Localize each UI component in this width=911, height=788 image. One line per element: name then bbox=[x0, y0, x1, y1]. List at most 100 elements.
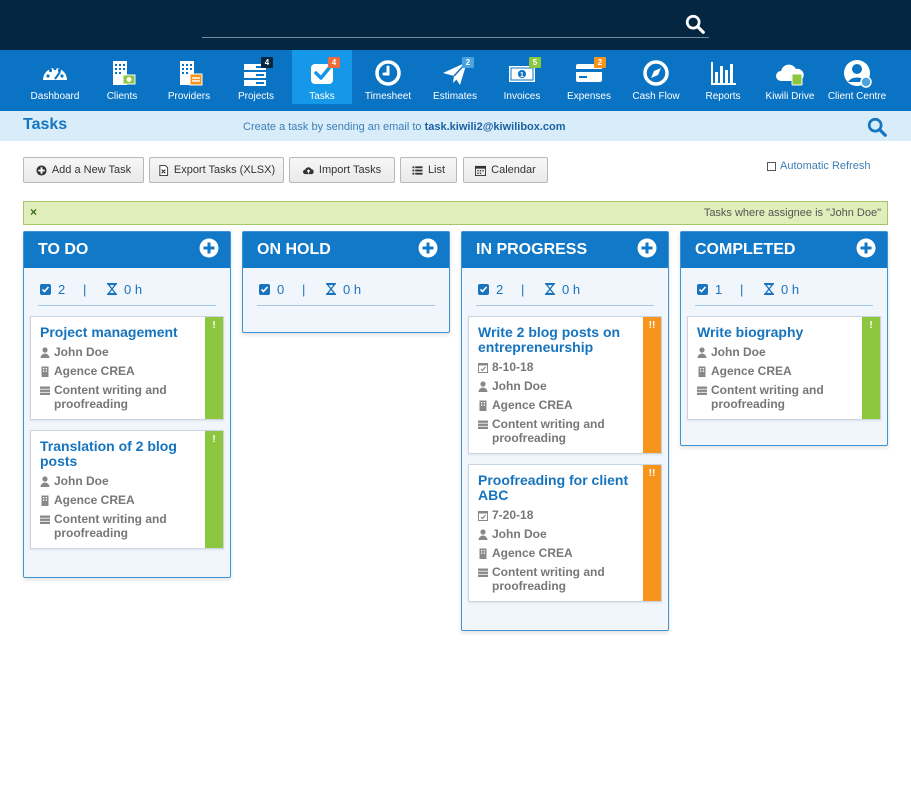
search-icon[interactable] bbox=[866, 116, 888, 138]
import-tasks-button[interactable]: Import Tasks bbox=[289, 157, 395, 183]
column-title: TO DO bbox=[38, 241, 89, 258]
task-project: Content writing and proofreading bbox=[40, 512, 197, 540]
nav-item-estimates[interactable]: 2 Estimates bbox=[422, 50, 488, 104]
task-client-text: Agence CREA bbox=[492, 398, 573, 412]
task-assignee-text: John Doe bbox=[711, 345, 766, 359]
task-client: Agence CREA bbox=[478, 546, 635, 560]
task-card-body: Translation of 2 blog posts John Doe Agenc… bbox=[31, 431, 223, 548]
nav-item-kiwili-drive[interactable]: Kiwili Drive bbox=[757, 50, 823, 104]
stats-separator: | bbox=[83, 282, 87, 297]
task-due-date: 8-10-18 bbox=[478, 360, 635, 374]
add-task-plus-icon[interactable] bbox=[199, 238, 219, 258]
svg-text:1: 1 bbox=[520, 72, 524, 79]
task-client-text: Agence CREA bbox=[54, 493, 135, 507]
task-project: Content writing and proofreading bbox=[697, 383, 854, 411]
nav-item-cash-flow[interactable]: Cash Flow bbox=[623, 50, 689, 104]
nav-item-client-centre[interactable]: Client Centre bbox=[824, 50, 890, 104]
calendar-view-button[interactable]: Calendar bbox=[463, 157, 548, 183]
task-assignee: John Doe bbox=[40, 474, 197, 488]
nav-item-clients[interactable]: Clients bbox=[89, 50, 155, 104]
building-icon bbox=[479, 400, 487, 411]
reports-icon bbox=[711, 62, 736, 85]
task-email-address[interactable]: task.kiwili2@kiwilibox.com bbox=[425, 121, 566, 133]
add-task-plus-icon[interactable] bbox=[856, 238, 876, 258]
calendar-check-icon bbox=[478, 511, 488, 521]
total-hours: 0 h bbox=[562, 282, 581, 297]
nav-item-expenses[interactable]: 2 Expenses bbox=[556, 50, 622, 104]
add-task-plus-icon[interactable] bbox=[637, 238, 657, 258]
task-title[interactable]: Project management bbox=[40, 325, 197, 340]
invoices-count-badge: 5 bbox=[529, 57, 541, 68]
search-icon[interactable] bbox=[684, 13, 706, 35]
nav-label: Providers bbox=[167, 91, 211, 102]
cash-flow-icon bbox=[643, 60, 669, 86]
building-icon bbox=[41, 495, 49, 506]
nav-item-reports[interactable]: Reports bbox=[690, 50, 756, 104]
task-assignee-text: John Doe bbox=[54, 345, 109, 359]
estimates-count-badge: 2 bbox=[462, 57, 474, 68]
checkbox-checked-icon bbox=[697, 284, 708, 295]
task-title[interactable]: Write 2 blog posts on entrepreneurship bbox=[478, 325, 635, 355]
global-search-input[interactable] bbox=[202, 10, 672, 36]
user-icon bbox=[697, 347, 707, 358]
active-filter-bar: × Tasks where assignee is "John Doe" bbox=[23, 201, 888, 225]
task-client-text: Agence CREA bbox=[54, 364, 135, 378]
project-icon bbox=[697, 386, 707, 395]
automatic-refresh-checkbox[interactable] bbox=[767, 161, 776, 171]
hourglass-icon bbox=[545, 283, 555, 295]
stats-separator: | bbox=[521, 282, 525, 297]
task-card[interactable]: ! Translation of 2 blog posts John Doe Agen… bbox=[30, 430, 224, 549]
export-tasks-button[interactable]: Export Tasks (XLSX) bbox=[149, 157, 284, 183]
email-hint-text: Create a task by sending an email to bbox=[243, 121, 425, 133]
nav-label: Projects bbox=[237, 91, 275, 102]
column-header: TO DO bbox=[24, 232, 230, 268]
nav-item-projects[interactable]: 4 Projects bbox=[223, 50, 289, 104]
task-card[interactable]: ! Project management John Doe Agence CREA Co… bbox=[30, 316, 224, 420]
list-view-button[interactable]: List bbox=[400, 157, 457, 183]
clear-filter-button[interactable]: × bbox=[30, 205, 37, 219]
task-assignee-text: John Doe bbox=[492, 527, 547, 541]
task-title[interactable]: Write biography bbox=[697, 325, 854, 340]
timesheet-icon bbox=[375, 60, 401, 86]
task-client: Agence CREA bbox=[697, 364, 854, 378]
nav-item-timesheet[interactable]: Timesheet bbox=[355, 50, 421, 104]
add-task-button[interactable]: Add a New Task bbox=[23, 157, 144, 183]
task-card-body: Proofreading for client ABC 7-20-18 John D… bbox=[469, 465, 661, 601]
nav-item-providers[interactable]: Providers bbox=[156, 50, 222, 104]
user-icon bbox=[478, 381, 488, 392]
priority-flag: !! bbox=[648, 320, 656, 331]
clients-icon bbox=[113, 61, 136, 85]
stats-separator: | bbox=[302, 282, 306, 297]
total-hours: 0 h bbox=[781, 282, 800, 297]
nav-label: Timesheet bbox=[364, 91, 412, 102]
task-due-date-text: 8-10-18 bbox=[492, 360, 534, 374]
nav-label: Estimates bbox=[433, 91, 477, 102]
task-card[interactable]: ! Write biography John Doe Agence CREA Conte… bbox=[687, 316, 881, 420]
automatic-refresh-toggle[interactable]: Automatic Refresh bbox=[767, 160, 870, 172]
nav-label: Clients bbox=[106, 91, 138, 102]
column-stats: 0 | 0 h bbox=[257, 268, 435, 306]
task-card-body: Write biography John Doe Agence CREA Conten… bbox=[688, 317, 880, 419]
calendar-view-label: Calendar bbox=[491, 164, 536, 176]
project-icon bbox=[40, 515, 50, 524]
building-icon bbox=[479, 548, 487, 559]
priority-strip bbox=[643, 317, 661, 453]
task-assignee: John Doe bbox=[40, 345, 197, 359]
task-card[interactable]: !! Proofreading for client ABC 7-20-18 John… bbox=[468, 464, 662, 602]
kanban-column: IN PROGRESS 2 | 0 h!! Write 2 blog posts on … bbox=[461, 231, 669, 631]
nav-item-dashboard[interactable]: Dashboard bbox=[22, 50, 88, 104]
cloud-drive-icon bbox=[776, 64, 804, 86]
checkbox-checked-icon bbox=[259, 284, 270, 295]
filter-description: Tasks where assignee is "John Doe" bbox=[703, 207, 881, 219]
task-project-text: Content writing and proofreading bbox=[54, 512, 167, 540]
user-icon bbox=[40, 347, 50, 358]
task-title[interactable]: Translation of 2 blog posts bbox=[40, 439, 197, 469]
nav-item-invoices[interactable]: 1 5 Invoices bbox=[489, 50, 555, 104]
user-icon bbox=[40, 476, 50, 487]
stats-separator: | bbox=[740, 282, 744, 297]
task-card[interactable]: !! Write 2 blog posts on entrepreneurship… bbox=[468, 316, 662, 454]
task-project-text: Content writing and proofreading bbox=[492, 565, 605, 593]
nav-item-tasks[interactable]: 4 Tasks bbox=[292, 50, 352, 104]
task-title[interactable]: Proofreading for client ABC bbox=[478, 473, 635, 503]
add-task-plus-icon[interactable] bbox=[418, 238, 438, 258]
